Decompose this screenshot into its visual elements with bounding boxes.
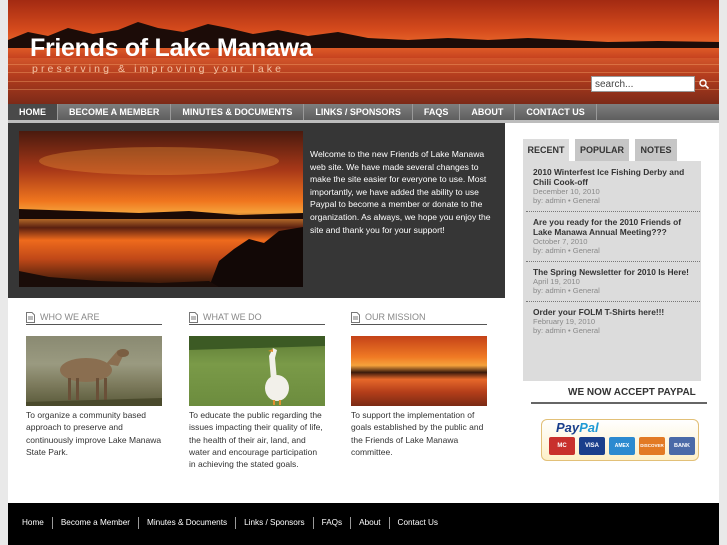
nav-item-become-a-member[interactable]: BECOME A MEMBER [58,104,172,120]
nav-item-minutes-documents[interactable]: MINUTES & DOCUMENTS [171,104,305,120]
main-nav: HOME BECOME A MEMBER MINUTES & DOCUMENTS… [8,104,719,120]
column-heading-label: OUR MISSION [365,312,426,322]
nav-item-contact-us[interactable]: CONTACT US [515,104,597,120]
post-date: February 19, 2010 [533,317,596,326]
footer-link-home[interactable]: Home [22,517,53,529]
post-meta: by: admin • General [533,246,600,255]
tab-popular[interactable]: POPULAR [575,139,629,161]
post-date: December 10, 2010 [533,187,600,196]
footer-link-links-sponsors[interactable]: Links / Sponsors [236,517,314,529]
visa-icon: VISA [579,437,605,455]
footer: Home Become a Member Minutes & Documents… [8,503,719,545]
post-title-link[interactable]: Order your FOLM T-Shirts here!!! [533,307,698,317]
column-text: To educate the public regarding the issu… [189,410,323,470]
footer-link-contact-us[interactable]: Contact Us [390,517,447,529]
footer-link-faqs[interactable]: FAQs [314,517,352,529]
document-icon [351,311,360,323]
post-title-link[interactable]: 2010 Winterfest Ice Fishing Derby and Ch… [533,167,698,187]
post-meta: by: admin • General [533,286,600,295]
column-heading: OUR MISSION [351,311,487,325]
search-icon[interactable] [698,78,710,90]
column-what-we-do: WHAT WE DO To educate the public regardi… [189,311,325,470]
bank-icon: BANK [669,437,695,455]
nav-item-home[interactable]: HOME [8,104,58,120]
post-title-link[interactable]: Are you ready for the 2010 Friends of La… [533,217,698,237]
column-text: To support the implementation of goals e… [351,410,484,457]
post-date: April 19, 2010 [533,277,580,286]
footer-nav: Home Become a Member Minutes & Documents… [22,517,446,529]
post-date: October 7, 2010 [533,237,588,246]
feature-panel: Welcome to the new Friends of Lake Manaw… [8,123,505,298]
list-item: Are you ready for the 2010 Friends of La… [526,212,700,262]
column-our-mission: OUR MISSION To support the implementatio… [351,311,487,458]
header-banner: Friends of Lake Manawa preserving & impr… [8,0,719,104]
welcome-text: Welcome to the new Friends of Lake Manaw… [310,149,491,235]
amex-icon: AMEX [609,437,635,455]
recent-posts-list: 2010 Winterfest Ice Fishing Derby and Ch… [526,162,700,341]
mastercard-icon: MC [549,437,575,455]
list-item: 2010 Winterfest Ice Fishing Derby and Ch… [526,162,700,212]
tab-notes[interactable]: NOTES [635,139,677,161]
discover-icon: DISCOVER [639,437,665,455]
site-title[interactable]: Friends of Lake Manawa [30,34,313,63]
post-title-link[interactable]: The Spring Newsletter for 2010 Is Here! [533,267,698,277]
footer-link-become-a-member[interactable]: Become a Member [53,517,140,529]
paypal-logo-pay: Pay [556,420,580,435]
paypal-logo-pal: Pal [579,420,599,435]
paypal-divider [531,402,707,404]
nav-item-faqs[interactable]: FAQS [413,104,461,120]
footer-link-minutes-documents[interactable]: Minutes & Documents [139,517,237,529]
list-item: The Spring Newsletter for 2010 Is Here! … [526,262,700,302]
post-meta: by: admin • General [533,196,600,205]
page: Friends of Lake Manawa preserving & impr… [8,0,719,545]
goose-image [189,336,325,406]
paypal-badge[interactable]: PayPal MC VISA AMEX DISCOVER BANK [541,419,699,461]
paypal-heading: WE NOW ACCEPT PAYPAL [568,387,696,398]
column-heading: WHAT WE DO [189,311,325,325]
search-input[interactable] [591,76,695,92]
list-item: Order your FOLM T-Shirts here!!! Februar… [526,302,700,341]
column-heading: WHO WE ARE [26,311,162,325]
column-text: To organize a community based approach t… [26,410,162,457]
footer-link-about[interactable]: About [351,517,390,529]
column-heading-label: WHAT WE DO [203,312,262,322]
document-icon [189,311,198,323]
column-who-we-are: WHO WE ARE To organize a community based… [26,311,162,458]
deer-image [26,336,162,406]
lake-sunset-image [351,336,487,406]
nav-item-links-sponsors[interactable]: LINKS / SPONSORS [304,104,413,120]
tab-recent[interactable]: RECENT [523,139,569,161]
site-tagline: preserving & improving your lake [32,63,285,75]
document-icon [26,311,35,323]
column-heading-label: WHO WE ARE [40,312,100,322]
nav-item-about[interactable]: ABOUT [460,104,516,120]
post-meta: by: admin • General [533,326,600,335]
paypal-logo: PayPal [556,420,599,435]
sunset-feature-image [19,131,303,287]
